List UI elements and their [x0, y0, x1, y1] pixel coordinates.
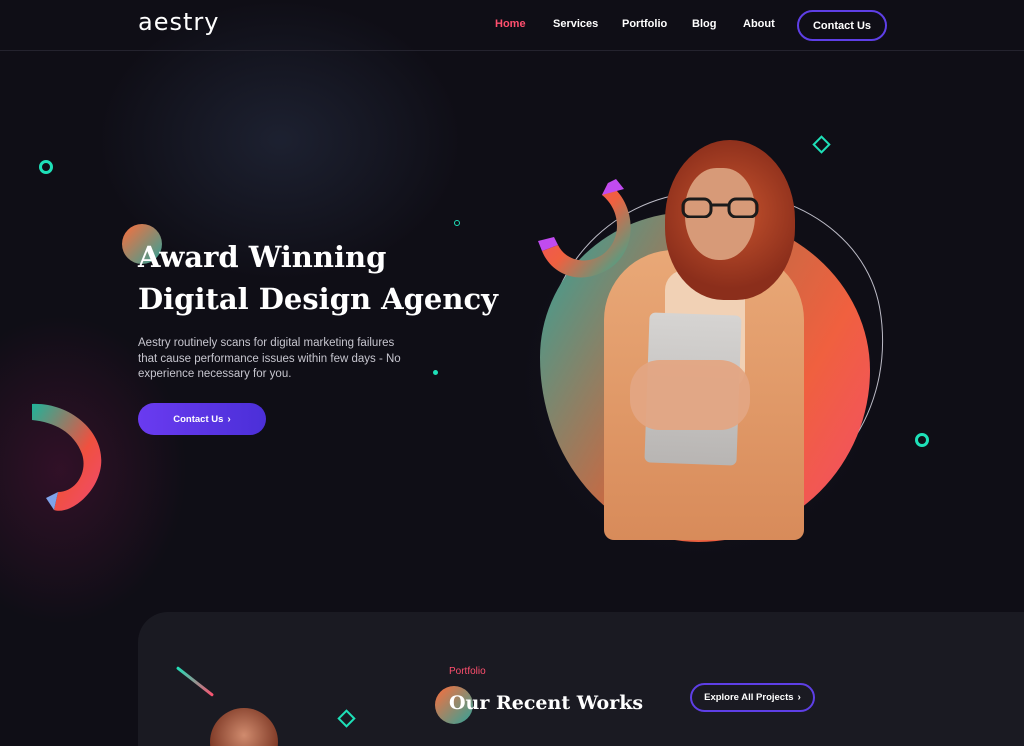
dot-decoration — [433, 370, 438, 375]
chevron-right-icon: › — [227, 413, 231, 425]
header-contact-label: Contact Us — [812, 19, 872, 32]
hero-contact-button[interactable]: Contact Us › — [138, 403, 266, 435]
nav-about[interactable]: About — [743, 18, 775, 30]
nav-blog[interactable]: Blog — [692, 18, 716, 30]
explore-projects-button[interactable]: Explore All Projects › — [690, 683, 815, 712]
hero-title-line1: Award Winning — [138, 240, 387, 274]
portfolio-title: Our Recent Works — [449, 692, 644, 714]
ring-decoration — [915, 433, 929, 447]
nav-portfolio[interactable]: Portfolio — [622, 18, 667, 30]
diamond-decoration — [812, 135, 831, 154]
hero-person-hands — [630, 360, 750, 430]
explore-projects-label: Explore All Projects — [704, 692, 794, 703]
ring-decoration-small — [454, 220, 460, 226]
header-contact-button[interactable]: Contact Us — [797, 10, 887, 41]
logo[interactable]: aestry — [138, 8, 219, 36]
site-header: aestry Home Services Portfolio Blog Abou… — [0, 0, 1024, 51]
hero-title: Award Winning Digital Design Agency — [138, 236, 498, 320]
chevron-right-icon: › — [797, 692, 801, 703]
hero-title-line2: Digital Design Agency — [138, 282, 498, 316]
hero-description: Aestry routinely scans for digital marke… — [138, 337, 401, 380]
ribbon-decoration — [538, 179, 631, 278]
hero-contact-label: Contact Us — [173, 413, 224, 425]
ribbon-decoration — [32, 403, 102, 511]
glasses-icon — [681, 197, 759, 218]
nav-home[interactable]: Home — [495, 18, 526, 30]
portfolio-label: Portfolio — [449, 666, 486, 677]
ring-decoration — [39, 160, 53, 174]
nav-services[interactable]: Services — [553, 18, 598, 30]
